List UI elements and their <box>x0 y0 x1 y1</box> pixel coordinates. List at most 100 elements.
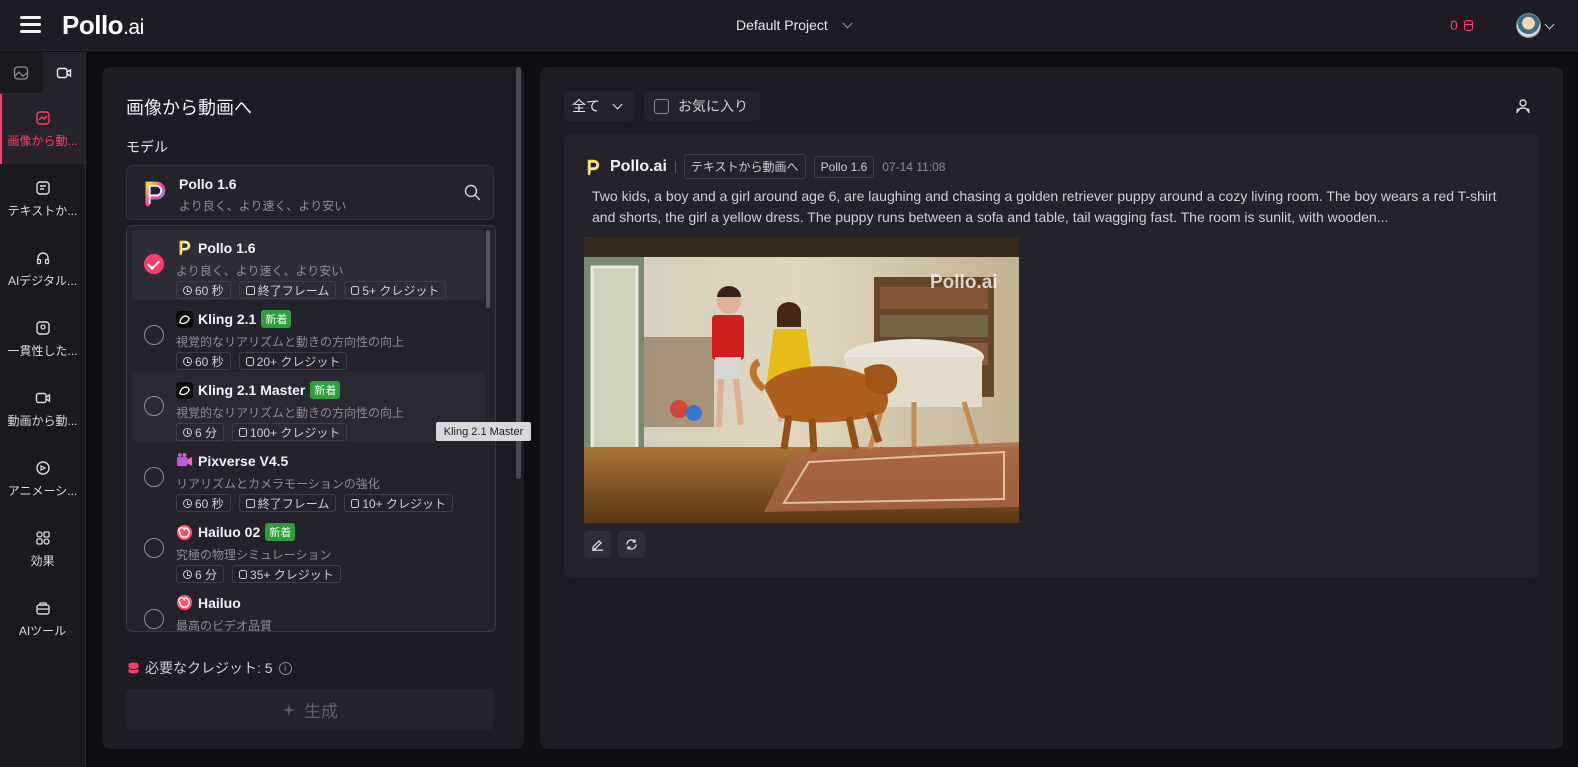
sidebar-item-label: 動画から動... <box>7 413 78 428</box>
tag-text: 5+ クレジット <box>362 283 440 298</box>
credit-coin-icon <box>351 285 360 295</box>
clock-icon <box>183 569 192 579</box>
regenerate-button[interactable] <box>618 531 645 558</box>
sidebar-item-text-to-video[interactable]: テキストか... <box>0 164 85 234</box>
model-name: Kling 2.1 Master 新着 <box>176 381 341 399</box>
sidebar-item-label: 効果 <box>30 553 55 568</box>
radio-unchecked[interactable] <box>144 325 164 345</box>
frame-icon <box>245 498 255 508</box>
pollo-logo-icon <box>587 159 600 175</box>
sidebar-item-image-to-video[interactable]: 画像から動... <box>0 94 85 164</box>
model-option-kling-2-1-master[interactable]: Kling 2.1 Master 新着 視覚的なリアリズムと動きの方向性の向上 … <box>132 372 485 442</box>
generate-button[interactable]: 生成 <box>126 689 494 730</box>
effects-icon <box>35 530 50 545</box>
model-option-hailuo-02[interactable]: Hailuo 02 新着 究極の物理シミュレーション 6 分 35+ クレジット <box>132 514 485 584</box>
info-icon[interactable]: i <box>278 661 292 675</box>
clock-icon <box>183 427 192 437</box>
headset-icon <box>36 251 49 264</box>
new-badge: 新着 <box>310 381 341 399</box>
divider <box>674 160 676 173</box>
chevron-down-icon[interactable] <box>1544 19 1555 30</box>
tag-text: 100+ クレジット <box>250 425 341 440</box>
result-card: Pollo.ai テキストから動画へ Pollo 1.6 07-14 11:08… <box>564 134 1539 577</box>
sidebar-item-label: AIデジタル... <box>7 273 78 288</box>
watermark: Pollo.ai <box>930 272 998 293</box>
list-scrollbar[interactable] <box>486 230 490 308</box>
radio-unchecked[interactable] <box>144 538 164 558</box>
sidebar-item-video-to-video[interactable]: 動画から動... <box>0 374 85 444</box>
sidebar-item-ai-digital-human[interactable]: AIデジタル... <box>0 234 85 304</box>
radio-unchecked[interactable] <box>144 467 164 487</box>
model-label: モデル <box>126 139 168 155</box>
kling-logo-icon <box>176 310 193 328</box>
video-thumbnail[interactable]: Pollo.ai <box>584 237 1019 523</box>
project-selector[interactable]: Default Project <box>736 17 853 33</box>
sidebar-item-label: テキストか... <box>7 203 78 218</box>
model-tags: 60 秒 終了フレーム 5+ クレジット <box>176 281 447 299</box>
radio-checked[interactable] <box>144 254 164 274</box>
tab-video[interactable] <box>42 52 85 94</box>
model-name: Hailuo 02 新着 <box>176 523 296 541</box>
search-icon[interactable] <box>464 184 481 201</box>
credits-balance[interactable]: 0 <box>1450 17 1473 33</box>
model-tags: 60 秒 終了フレーム 10+ クレジット <box>176 494 454 512</box>
model-desc: 究極の物理シミュレーション <box>176 548 332 562</box>
model-select[interactable]: Pollo 1.6 より良く、より速く、より安い <box>126 165 494 220</box>
model-name-text: Kling 2.1 <box>198 311 257 327</box>
model-option-kling-2-1[interactable]: Kling 2.1 新着 視覚的なリアリズムと動きの方向性の向上 60 秒 20… <box>132 301 485 371</box>
sidebar-item-effects[interactable]: 効果 <box>0 514 85 584</box>
tag-text: 終了フレーム <box>257 496 330 511</box>
model-tags: 6 分 100+ クレジット <box>176 423 348 441</box>
filter-dropdown[interactable]: 全て <box>564 91 634 121</box>
required-credits-text: 必要なクレジット: 5 <box>145 660 273 676</box>
share-user-icon[interactable] <box>1515 98 1531 114</box>
model-name: Hailuo <box>176 594 241 611</box>
sidebar-item-animation[interactable]: アニメーシ... <box>0 444 85 514</box>
sidebar-item-consistent-character[interactable]: 一貫性した... <box>0 304 85 374</box>
sidebar-item-ai-tools[interactable]: AIツール <box>0 584 85 654</box>
credit-coin-icon <box>128 662 139 674</box>
tag-text: 60 秒 <box>195 354 224 369</box>
required-credits: 必要なクレジット: 5 i <box>128 658 292 678</box>
pollo-logo-icon <box>145 181 166 207</box>
radio-unchecked[interactable] <box>144 609 164 629</box>
tab-image[interactable] <box>0 52 43 94</box>
chevron-down-icon <box>612 99 623 109</box>
model-option-hailuo[interactable]: Hailuo 最高のビデオ品質 <box>132 585 485 631</box>
sparkle-icon <box>283 703 295 716</box>
model-name-text: Pollo 1.6 <box>198 239 256 256</box>
tag-credits: 10+ クレジット <box>344 494 454 512</box>
model-desc: 視覚的なリアリズムと動きの方向性の向上 <box>176 335 405 349</box>
tag-text: 20+ クレジット <box>256 354 341 369</box>
avatar[interactable] <box>1516 13 1541 38</box>
clock-icon <box>183 498 192 508</box>
refresh-icon <box>626 539 637 550</box>
video-icon <box>56 67 71 79</box>
radio-unchecked[interactable] <box>144 396 164 416</box>
model-option-pollo-1-6[interactable]: Pollo 1.6 より良く、より速く、より安い 60 秒 終了フレーム 5+ … <box>132 230 485 300</box>
results-feed: 全て お気に入り Pollo.ai テキストから動画へ Pollo 1.6 07… <box>540 67 1563 749</box>
tag-credits: 35+ クレジット <box>232 565 341 583</box>
credit-coin-icon <box>245 356 254 366</box>
model-tags: 6 分 35+ クレジット <box>176 565 341 583</box>
logo-suffix: .ai <box>123 16 144 39</box>
credit-coin-icon <box>239 569 248 579</box>
clock-icon <box>183 356 192 366</box>
credits-count: 0 <box>1450 17 1458 33</box>
panel-scrollbar[interactable] <box>516 67 521 479</box>
favorites-checkbox[interactable] <box>654 98 669 114</box>
prompt-text[interactable]: Two kids, a boy and a girl around age 6,… <box>592 186 1512 228</box>
menu-icon[interactable] <box>20 16 41 34</box>
model-option-pixverse-v4-5[interactable]: Pixverse V4.5 リアリズムとカメラモーションの強化 60 秒 終了フ… <box>132 443 485 513</box>
kling-logo-icon <box>176 381 193 399</box>
top-bar: Pollo.ai Default Project 0 <box>0 0 1578 51</box>
edit-button[interactable] <box>584 531 611 558</box>
image-to-video-icon <box>35 110 50 125</box>
sidebar-tabs <box>0 52 85 94</box>
toolbox-icon <box>35 601 50 615</box>
logo[interactable]: Pollo.ai <box>62 10 144 41</box>
favorites-filter[interactable]: お気に入り <box>644 91 760 121</box>
mode-chip: テキストから動画へ <box>683 154 806 179</box>
tag-text: 6 分 <box>195 425 218 440</box>
credit-coin-icon <box>239 427 248 437</box>
